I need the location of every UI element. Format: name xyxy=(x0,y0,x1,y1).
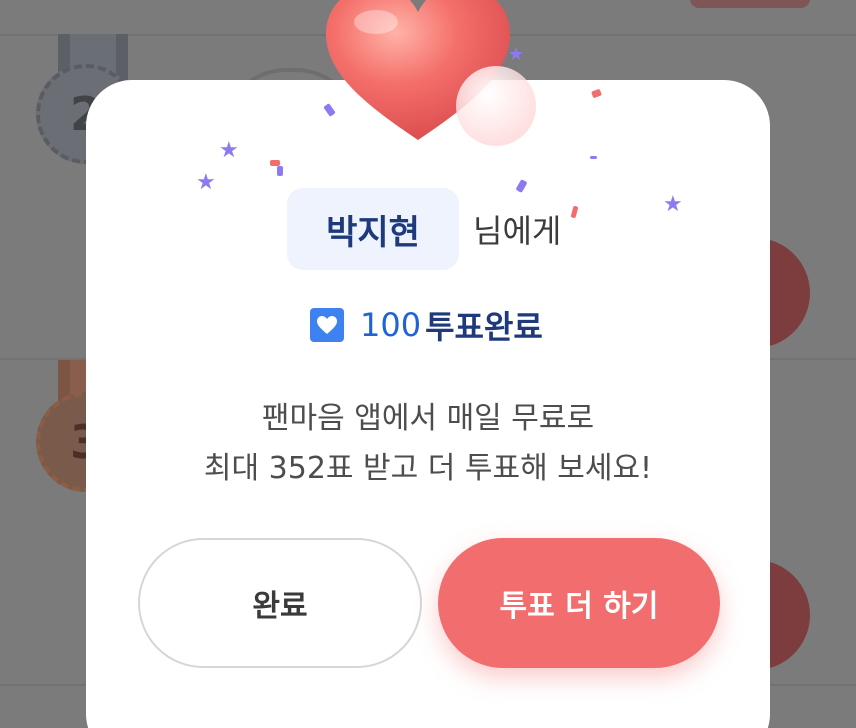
promo-message-line: 팬마음 앱에서 매일 무료로 xyxy=(261,401,595,436)
recipient-row: 박지현 님에게 xyxy=(287,188,561,270)
vote-status: 투표완료 xyxy=(425,308,543,346)
list-item-badge xyxy=(690,0,810,8)
vote-complete-dialog: 박지현 님에게 100 투표완료 팬마음 앱에서 매일 무료로 최대 352표 … xyxy=(86,80,770,728)
done-button-label: 완료 xyxy=(252,589,308,624)
vote-count: 100 xyxy=(360,306,422,344)
vote-result-row: 100 투표완료 xyxy=(310,302,543,348)
list-divider xyxy=(0,34,856,36)
vote-more-button-label: 투표 더 하기 xyxy=(499,589,659,624)
vote-more-button[interactable]: 투표 더 하기 xyxy=(438,538,720,668)
recipient-suffix: 님에게 xyxy=(473,212,562,250)
done-button[interactable]: 완료 xyxy=(138,538,422,668)
recipient-name-chip: 박지현 xyxy=(287,188,459,270)
heart-icon xyxy=(310,308,344,342)
recipient-name: 박지현 xyxy=(326,212,420,253)
promo-message: 팬마음 앱에서 매일 무료로 최대 352표 받고 더 투표해 보세요! xyxy=(86,394,770,494)
promo-message-line: 최대 352표 받고 더 투표해 보세요! xyxy=(203,451,653,486)
